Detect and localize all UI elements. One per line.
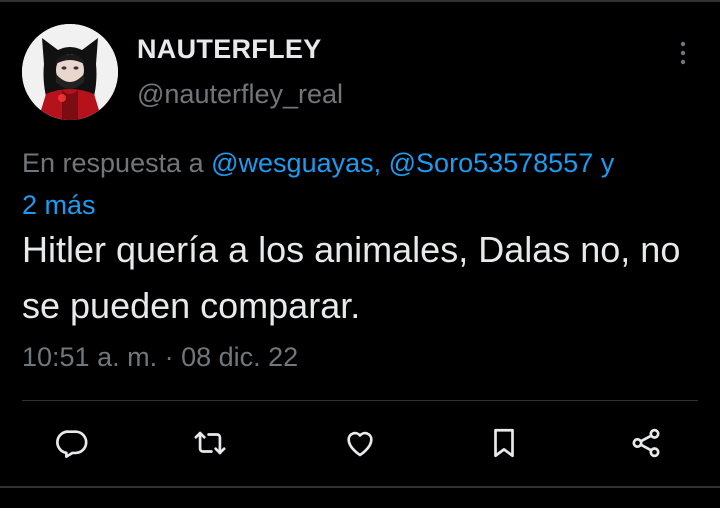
tweet-text: Hitler quería a los animales, Dalas no, …	[22, 229, 681, 326]
top-divider	[0, 0, 720, 2]
reply-connector[interactable]: y	[593, 148, 615, 178]
actions-divider	[22, 400, 698, 401]
bookmark-button[interactable]	[484, 423, 524, 463]
tweet-card: NAUTERFLEY @nauterfley_real En respuesta…	[0, 0, 720, 508]
bottom-divider	[0, 486, 720, 488]
mention-more[interactable]: 2 más	[22, 190, 96, 220]
reply-button[interactable]	[52, 423, 92, 463]
tweet-timestamp[interactable]: 10:51 a. m. · 08 dic. 22	[22, 342, 298, 373]
mention-wesguayas[interactable]: @wesguayas,	[211, 148, 381, 178]
bookmark-icon	[494, 428, 514, 458]
share-button[interactable]	[626, 423, 666, 463]
avatar-image	[22, 24, 118, 120]
like-button[interactable]	[340, 423, 380, 463]
reply-prefix: En respuesta a	[22, 148, 212, 178]
share-icon	[632, 428, 660, 458]
more-options-icon[interactable]	[672, 36, 694, 70]
reply-icon	[56, 430, 88, 458]
display-name[interactable]: NAUTERFLEY	[137, 34, 322, 65]
retweet-button[interactable]	[190, 423, 230, 463]
mention-soro[interactable]: @Soro53578557	[389, 148, 594, 178]
avatar[interactable]	[22, 24, 118, 120]
user-handle[interactable]: @nauterfley_real	[137, 79, 343, 110]
heart-icon	[347, 431, 373, 457]
retweet-icon	[194, 431, 226, 455]
reply-context: En respuesta a @wesguayas, @Soro53578557…	[22, 142, 702, 226]
